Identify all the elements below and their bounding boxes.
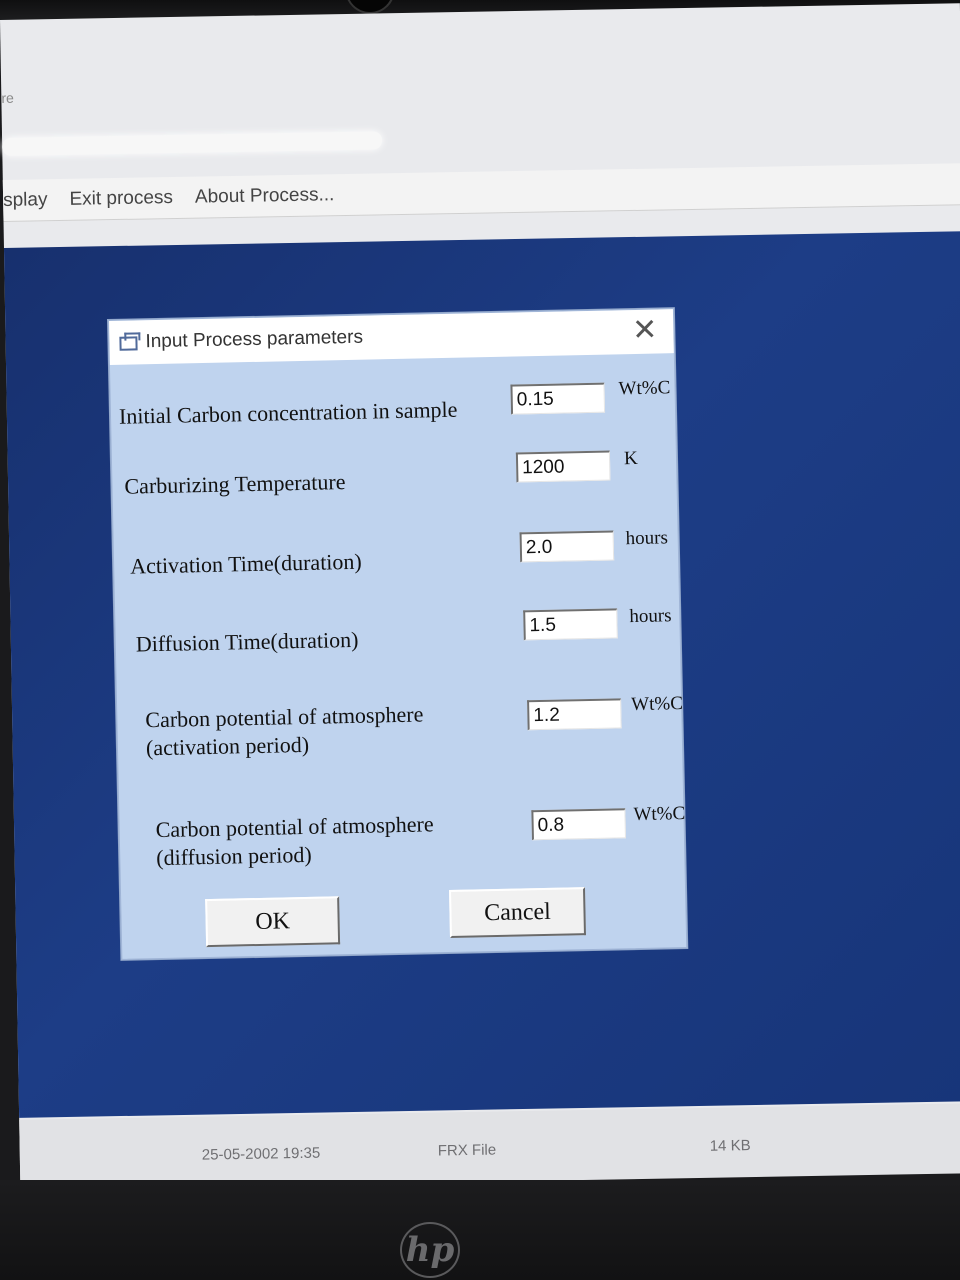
unit-activation-time: hours — [625, 527, 669, 550]
cancel-button[interactable]: Cancel — [449, 887, 586, 938]
close-icon[interactable]: ✕ — [632, 314, 658, 348]
dialog-titlebar[interactable]: Input Process parameters ✕ — [109, 309, 674, 365]
label-carbon-potential-activation: Carbon potential of atmosphere — [145, 701, 424, 733]
menubar: splay Exit process About Process... — [2, 163, 960, 222]
toolbar-strip — [2, 131, 383, 156]
window-icon — [119, 336, 138, 351]
carbon-potential-diffusion-input[interactable]: 0.8 — [531, 808, 626, 841]
hp-logo: hp — [400, 1222, 460, 1278]
label-activation-time: Activation Time(duration) — [129, 548, 362, 579]
unit-initial-carbon: Wt%C — [618, 377, 671, 400]
initial-carbon-input[interactable]: 0.15 — [510, 382, 606, 415]
diffusion-time-input[interactable]: 1.5 — [523, 608, 618, 641]
status-file-size: 14 KB — [709, 1137, 751, 1155]
menu-exit-process[interactable]: Exit process — [69, 187, 173, 211]
ok-button[interactable]: OK — [205, 896, 341, 948]
activation-time-input[interactable]: 2.0 — [519, 530, 615, 563]
status-bar: 25-05-2002 19:35 FRX File 14 KB — [19, 1103, 960, 1190]
menu-display[interactable]: splay — [3, 189, 48, 212]
webcam — [345, 0, 395, 14]
label-carbon-potential-diffusion: Carbon potential of atmosphere — [155, 811, 434, 843]
input-process-parameters-dialog: Input Process parameters ✕ Initial Carbo… — [108, 308, 688, 960]
unit-temperature: K — [623, 447, 638, 470]
label-activation-period: (activation period) — [145, 731, 310, 761]
label-initial-carbon: Initial Carbon concentration in sample — [118, 396, 458, 429]
dialog-title: Input Process parameters — [145, 326, 364, 353]
unit-carbon-potential-activation: Wt%C — [630, 693, 684, 716]
unit-carbon-potential-diffusion: Wt%C — [633, 803, 686, 826]
label-diffusion-period: (diffusion period) — [156, 841, 312, 871]
laptop-bezel-bottom — [0, 1180, 960, 1280]
window-title-fragment: re — [1, 89, 14, 106]
carburizing-temperature-input[interactable]: 1200 — [515, 450, 611, 483]
menu-about-process[interactable]: About Process... — [195, 184, 335, 208]
unit-diffusion-time: hours — [629, 605, 672, 628]
status-date: 25-05-2002 19:35 — [201, 1144, 321, 1164]
label-diffusion-time: Diffusion Time(duration) — [135, 626, 359, 657]
carbon-potential-activation-input[interactable]: 1.2 — [527, 698, 622, 731]
label-carburizing-temperature: Carburizing Temperature — [124, 469, 346, 499]
status-file-type: FRX File — [437, 1141, 497, 1160]
